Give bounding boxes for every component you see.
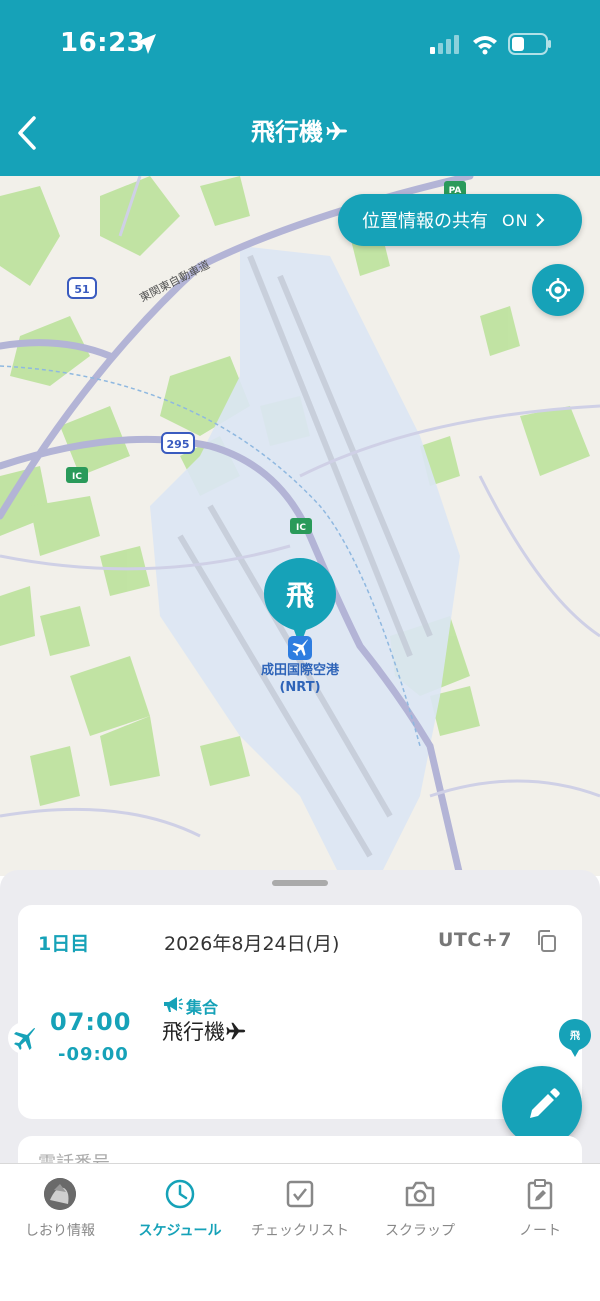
- airplane-icon: [326, 122, 347, 140]
- page-title: 飛行機: [0, 112, 600, 147]
- event-title-text: 飛行機: [162, 1020, 225, 1044]
- event-title[interactable]: 飛行機: [162, 1016, 247, 1046]
- map-ic-badge-1: IC: [66, 467, 88, 483]
- camera-icon: [405, 1181, 435, 1207]
- checkbox-icon: [286, 1180, 314, 1208]
- tab-checklist-label: チェックリスト: [251, 1223, 349, 1239]
- megaphone-icon: [164, 997, 183, 1012]
- pencil-icon: [530, 1088, 560, 1118]
- tab-scrap[interactable]: スクラップ: [360, 1178, 480, 1248]
- map-route-51-shield: 51: [67, 277, 97, 299]
- svg-text:IC: IC: [72, 472, 82, 482]
- tab-scrap-label: スクラップ: [385, 1223, 455, 1239]
- clock-icon: [165, 1179, 195, 1209]
- battery-icon: [508, 33, 551, 55]
- svg-text:295: 295: [167, 438, 190, 451]
- wifi-icon: [473, 36, 497, 55]
- svg-text:51: 51: [74, 283, 89, 296]
- svg-text:IC: IC: [296, 523, 306, 533]
- tab-schedule[interactable]: スケジュール: [120, 1178, 240, 1248]
- tab-schedule-label: スケジュール: [138, 1223, 222, 1239]
- share-location-state: ON: [502, 210, 529, 230]
- airport-label: 成田国際空港 (NRT): [230, 662, 370, 696]
- edit-button[interactable]: [502, 1066, 582, 1146]
- page-title-text: 飛行機: [251, 118, 323, 146]
- airport-code: (NRT): [279, 680, 321, 695]
- cellular-signal-icon: [430, 35, 459, 54]
- event-end-time: -09:00: [58, 1044, 129, 1065]
- share-location-button[interactable]: 位置情報の共有 ON: [338, 194, 582, 246]
- day-label: 1日目: [38, 933, 90, 955]
- event-start-time: 07:00: [50, 1008, 132, 1036]
- avatar-icon: [44, 1178, 76, 1210]
- tab-info[interactable]: しおり情報: [0, 1178, 120, 1248]
- timezone-label: UTC+7: [438, 929, 512, 951]
- map-route-295-shield: 295: [161, 432, 195, 454]
- event-map-pin-label: 飛: [285, 579, 314, 612]
- sheet-drag-handle[interactable]: [272, 880, 328, 886]
- tab-checklist[interactable]: チェックリスト: [240, 1178, 360, 1248]
- date-label: 2026年8月24日(月): [164, 933, 340, 955]
- phone-card-label: 電話番号: [38, 1153, 110, 1164]
- chevron-right-icon: [535, 213, 544, 227]
- app-header: 16:23 飛行機: [0, 0, 600, 176]
- tab-info-label: しおり情報: [25, 1223, 95, 1239]
- side-airplane-badge: [8, 1022, 40, 1054]
- copy-icon[interactable]: [536, 930, 558, 952]
- status-bar: 16:23: [0, 0, 600, 90]
- status-time: 16:23: [60, 28, 146, 58]
- airport-name: 成田国際空港: [260, 663, 339, 678]
- tab-note-label: ノート: [519, 1223, 561, 1239]
- locate-me-button[interactable]: [532, 264, 584, 316]
- map-view[interactable]: 51 295 IC IC PA 東関東自動車道: [0, 176, 600, 876]
- event-pin-label: 飛: [570, 1031, 580, 1042]
- event-category: 集合: [186, 998, 219, 1017]
- airplane-icon: [226, 1022, 246, 1040]
- map-expressway-label: 東関東自動車道: [137, 257, 212, 304]
- map-graphic: 51 295 IC IC PA 東関東自動車道: [0, 176, 600, 876]
- location-arrow-icon: [136, 34, 156, 54]
- tab-note[interactable]: ノート: [480, 1178, 600, 1248]
- share-location-label: 位置情報の共有: [362, 211, 488, 232]
- crosshair-icon: [546, 278, 570, 302]
- airport-icon: [288, 636, 312, 660]
- clipboard-edit-icon: [527, 1179, 553, 1210]
- map-ic-badge-2: IC: [290, 518, 312, 534]
- airplane-icon: [14, 1028, 35, 1050]
